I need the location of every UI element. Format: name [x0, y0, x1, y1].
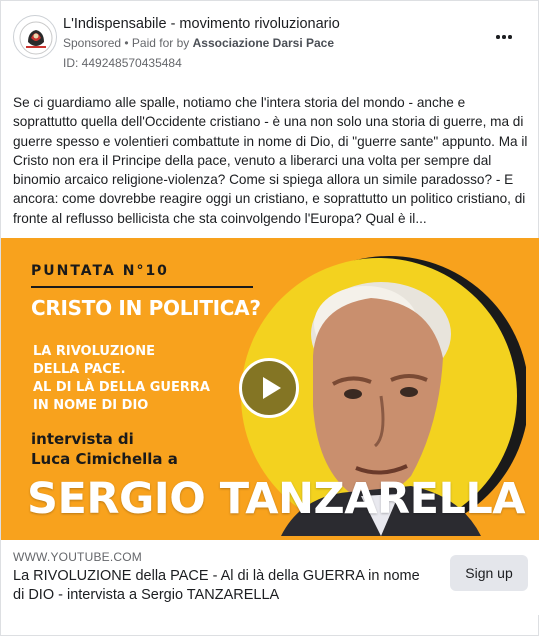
thumbnail-subtitle: LA RIVOLUZIONE DELLA PACE. AL DI LÀ DELL…	[33, 343, 210, 415]
guest-name: SERGIO TANZARELLA	[27, 474, 526, 524]
page-name-link[interactable]: L'Indispensabile - movimento rivoluziona…	[63, 16, 340, 32]
subtitle-line: AL DI LÀ DELLA GUERRA	[33, 380, 210, 395]
link-domain: WWW.YOUTUBE.COM	[13, 550, 142, 564]
meta-separator: •	[121, 36, 132, 50]
interview-line: Luca Cimichella a	[31, 450, 178, 468]
payer-name[interactable]: Associazione Darsi Pace	[193, 36, 334, 50]
post-text: Se ci guardiamo alle spalle, notiamo che…	[13, 95, 528, 226]
interview-line: intervista di	[31, 430, 134, 448]
episode-label: PUNTATA N°10	[31, 263, 169, 279]
interview-credit: intervista di Luca Cimichella a	[31, 429, 178, 469]
play-triangle	[262, 377, 281, 399]
more-options-button[interactable]	[490, 27, 518, 47]
sign-up-button[interactable]: Sign up	[450, 555, 528, 591]
sponsored-label: Sponsored	[63, 36, 122, 50]
video-thumbnail[interactable]: PUNTATA N°10 CRISTO IN POLITICA? LA RIVO…	[1, 238, 539, 540]
subtitle-line: DELLA PACE.	[33, 362, 126, 377]
ad-id: ID: 449248570435484	[63, 56, 182, 70]
page-logo-icon[interactable]	[13, 15, 57, 59]
subtitle-line: IN NOME DI DIO	[33, 398, 149, 413]
sponsored-post-card: L'Indispensabile - movimento rivoluziona…	[0, 0, 539, 636]
link-preview[interactable]: WWW.YOUTUBE.COM La RIVOLUZIONE della PAC…	[1, 540, 539, 615]
play-icon[interactable]	[239, 358, 299, 418]
post-header: L'Indispensabile - movimento rivoluziona…	[13, 13, 526, 73]
more-horizontal-icon-dot	[502, 35, 506, 39]
thumbnail-headline: CRISTO IN POLITICA?	[31, 296, 261, 320]
subtitle-line: LA RIVOLUZIONE	[33, 344, 156, 359]
link-title[interactable]: La RIVOLUZIONE della PACE - Al di là del…	[13, 567, 428, 605]
more-horizontal-icon	[496, 35, 500, 39]
paid-for-prefix: Paid for by	[131, 36, 193, 50]
episode-underline	[31, 286, 253, 288]
more-horizontal-icon-dot	[508, 35, 512, 39]
sponsored-meta: Sponsored • Paid for by Associazione Dar…	[63, 36, 334, 50]
